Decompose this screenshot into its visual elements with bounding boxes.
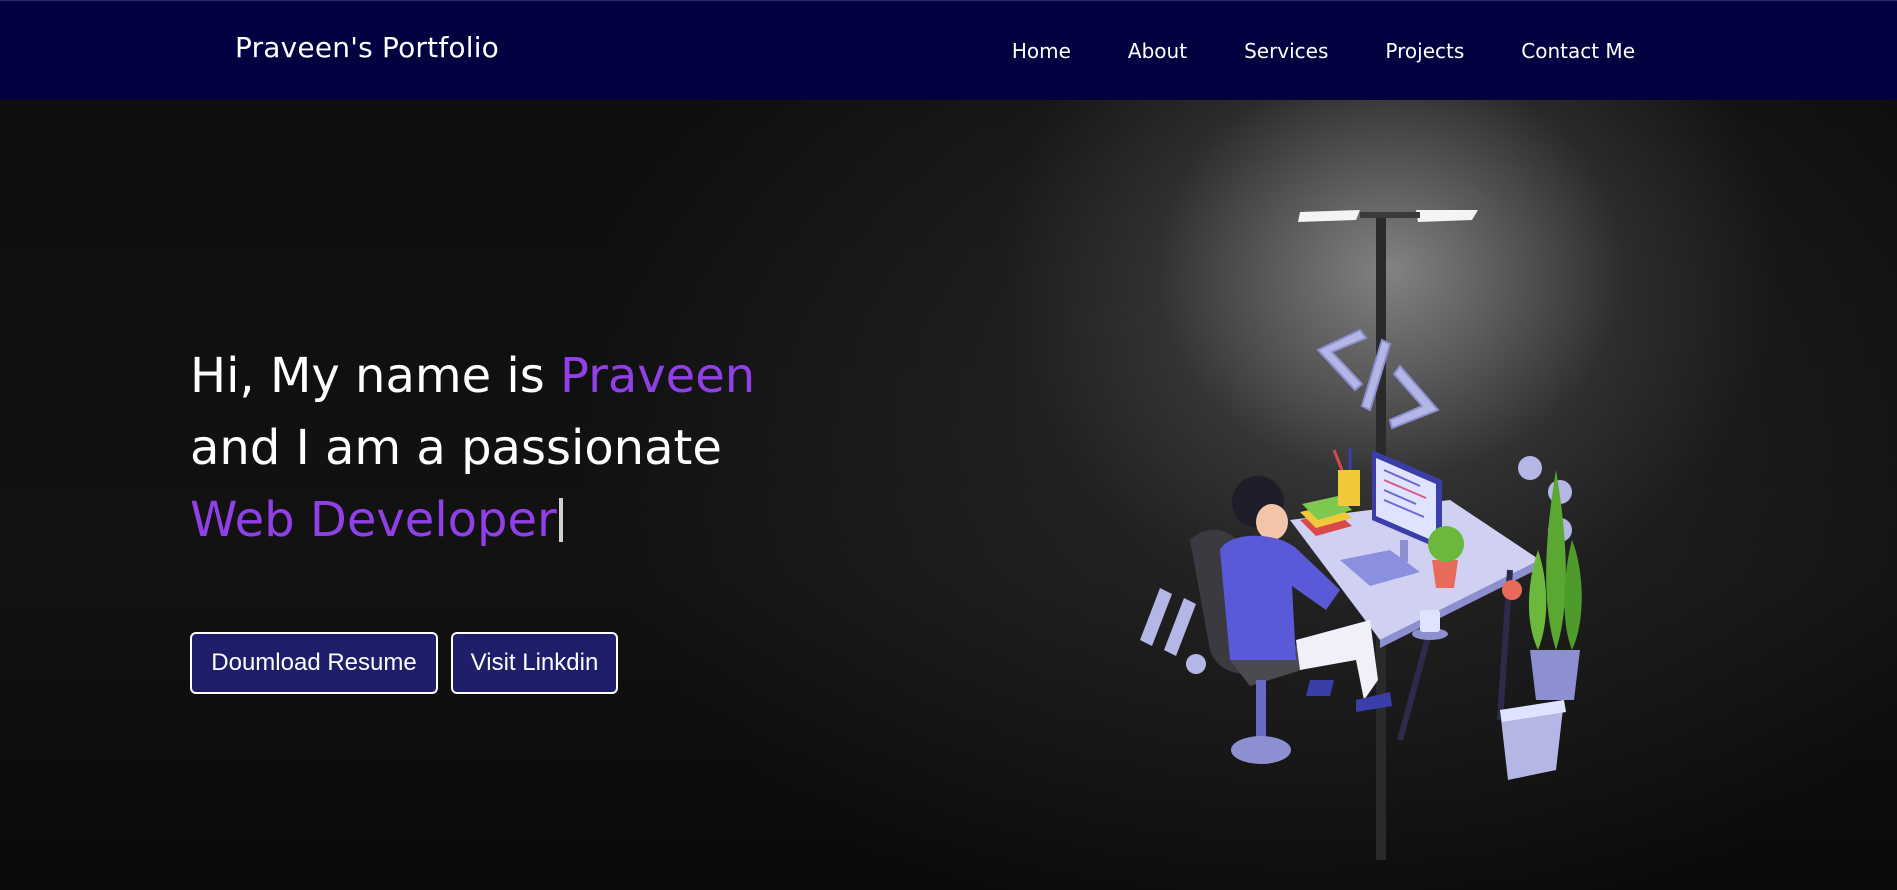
headline-line2: and I am a passionate	[190, 420, 722, 476]
typing-cursor	[558, 498, 563, 542]
navbar: Praveen's Portfolio Home About Services …	[0, 0, 1897, 100]
nav-about[interactable]: About	[1128, 39, 1187, 63]
big-plant	[1528, 470, 1582, 700]
developer-desk-illustration	[1140, 210, 1582, 860]
headphones	[1502, 580, 1522, 600]
hero-headline: Hi, My name is Praveen and I am a passio…	[190, 340, 755, 556]
headline-intro: Hi, My name is	[190, 348, 561, 404]
nav-links: Home About Services Projects Contact Me	[955, 39, 1635, 63]
trash-bin	[1500, 700, 1566, 780]
typed-role: Web Developer	[190, 492, 557, 548]
nav-services[interactable]: Services	[1244, 39, 1328, 63]
headline-name: Praveen	[560, 348, 756, 404]
nav-projects[interactable]: Projects	[1385, 39, 1464, 63]
visit-linkedin-button[interactable]: Visit Linkdin	[451, 632, 618, 694]
hero-section: Hi, My name is Praveen and I am a passio…	[0, 100, 1897, 890]
nav-home[interactable]: Home	[1012, 39, 1071, 63]
download-resume-button[interactable]: Doumload Resume	[190, 632, 438, 694]
nav-contact[interactable]: Contact Me	[1521, 39, 1635, 63]
brand-logo[interactable]: Praveen's Portfolio	[235, 31, 499, 64]
